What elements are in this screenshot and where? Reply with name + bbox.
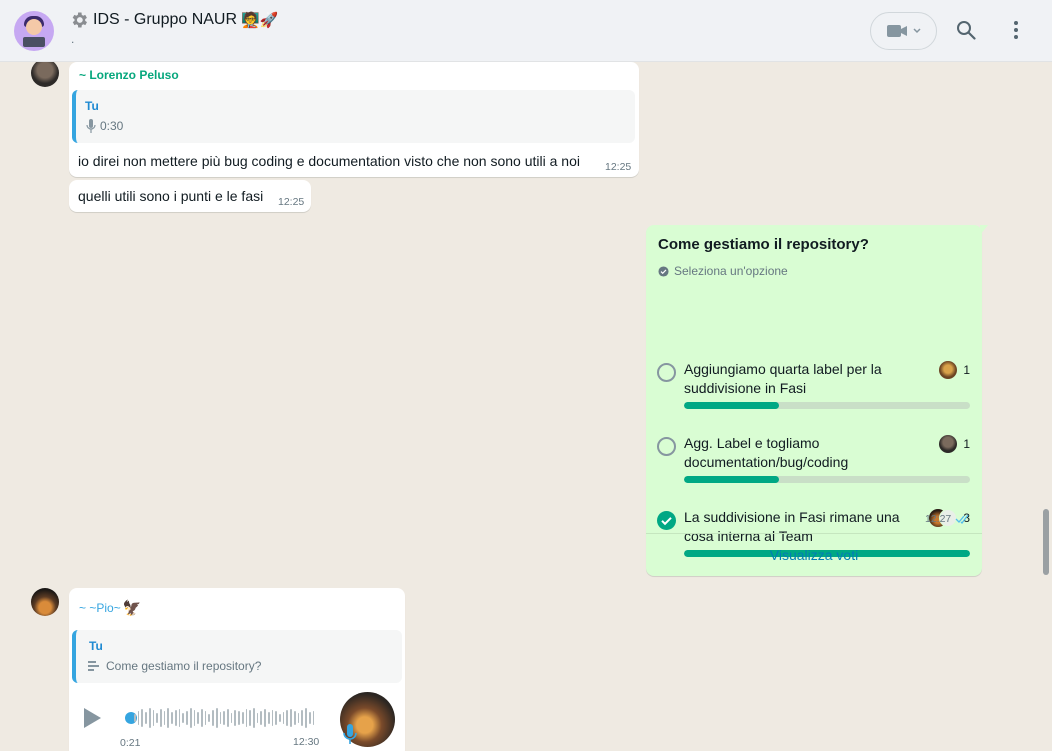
double-check-icon: [955, 514, 969, 524]
poll-option-voters: 1: [939, 435, 970, 453]
check-icon: [661, 517, 672, 526]
quote-audio-duration: 0:30: [100, 119, 124, 133]
quoted-message[interactable]: Tu Come gestiamo il repository?: [72, 630, 402, 683]
chat-title-row[interactable]: IDS - Gruppo NAUR 🧑‍🏫🚀: [69, 10, 278, 30]
poll-option-radio[interactable]: [657, 363, 676, 382]
message-time: 12:25: [278, 196, 305, 208]
sender-name[interactable]: ~ ~Pio~ 🦅: [79, 599, 141, 617]
scrollbar-thumb[interactable]: [1043, 509, 1049, 575]
video-camera-icon: [886, 25, 907, 37]
poll-option-bar: [684, 402, 970, 409]
poll-option-bar: [684, 476, 970, 483]
microphone-icon: [86, 119, 96, 133]
sender-avatar-pio[interactable]: [31, 588, 59, 616]
voter-avatar: [939, 435, 958, 453]
search-icon: [957, 21, 976, 40]
poll-option-bar-fill: [684, 402, 780, 409]
poll-option-radio[interactable]: [657, 437, 676, 456]
chevron-down-icon: [912, 28, 921, 34]
poll-option-votes: 1: [963, 437, 970, 451]
poll-option-label: Agg. Label e togliamo documentation/bug/…: [684, 435, 849, 470]
poll-message[interactable]: Come gestiamo il repository? Seleziona u…: [646, 225, 982, 576]
title-emoji: 🧑‍🏫🚀: [241, 12, 279, 29]
audio-waveform[interactable]: [134, 707, 315, 729]
play-button[interactable]: [79, 705, 105, 731]
poll-time-text: 12:27: [925, 513, 952, 525]
poll-hint: Seleziona un'opzione: [658, 264, 788, 278]
quote-author: Tu: [85, 99, 99, 113]
poll-question: Come gestiamo il repository?: [658, 236, 869, 253]
view-votes-button[interactable]: Visualizza voti: [646, 534, 982, 576]
poll-timestamp: 12:27: [925, 513, 971, 525]
play-icon: [84, 708, 101, 728]
message-time: 12:30: [293, 736, 320, 748]
search-button[interactable]: [952, 16, 980, 44]
menu-button[interactable]: [1003, 16, 1029, 44]
video-call-button[interactable]: [870, 12, 937, 50]
message-bubble-lorenzo-followup[interactable]: quelli utili sono i punti e le fasi 12:2…: [69, 180, 311, 212]
poll-option-votes: 1: [963, 363, 970, 377]
poll-option-bar-fill: [684, 476, 780, 483]
poll-hint-text: Seleziona un'opzione: [674, 264, 788, 278]
voter-avatar: [939, 361, 958, 379]
poll-option-radio-checked[interactable]: [657, 511, 676, 530]
sender-emoji: 🦅: [122, 600, 142, 617]
message-text: quelli utili sono i punti e le fasi: [78, 188, 264, 204]
group-avatar[interactable]: [14, 11, 54, 51]
audio-elapsed: 0:21: [120, 737, 141, 749]
chat-title: IDS - Gruppo NAUR: [93, 11, 238, 28]
message-time: 12:25: [605, 161, 632, 173]
gear-icon: [72, 12, 87, 28]
sender-name-text: ~ ~Pio~: [79, 601, 121, 615]
quoted-message[interactable]: Tu 0:30: [72, 90, 635, 143]
poll-icon: [88, 661, 99, 671]
sender-avatar-lorenzo[interactable]: [31, 62, 59, 87]
chat-subtitle: .: [71, 32, 75, 46]
check-circle-icon: [658, 265, 669, 277]
microphone-icon: [343, 724, 357, 744]
message-bubble-lorenzo[interactable]: ~ Lorenzo Peluso Tu 0:30 io direi non me…: [69, 62, 639, 177]
poll-option-voters: 1: [939, 361, 970, 379]
chat-header: IDS - Gruppo NAUR 🧑‍🏫🚀 .: [0, 0, 1052, 62]
sender-name[interactable]: ~ Lorenzo Peluso: [79, 68, 179, 82]
chat-area[interactable]: ~ Lorenzo Peluso Tu 0:30 io direi non me…: [0, 62, 1052, 751]
quote-text: Come gestiamo il repository?: [106, 659, 262, 673]
quote-author: Tu: [89, 639, 103, 653]
poll-option-label: Aggiungiamo quarta label per la suddivis…: [684, 361, 882, 396]
message-text: io direi non mettere più bug coding e do…: [78, 153, 580, 169]
more-vertical-icon: [1014, 21, 1018, 39]
